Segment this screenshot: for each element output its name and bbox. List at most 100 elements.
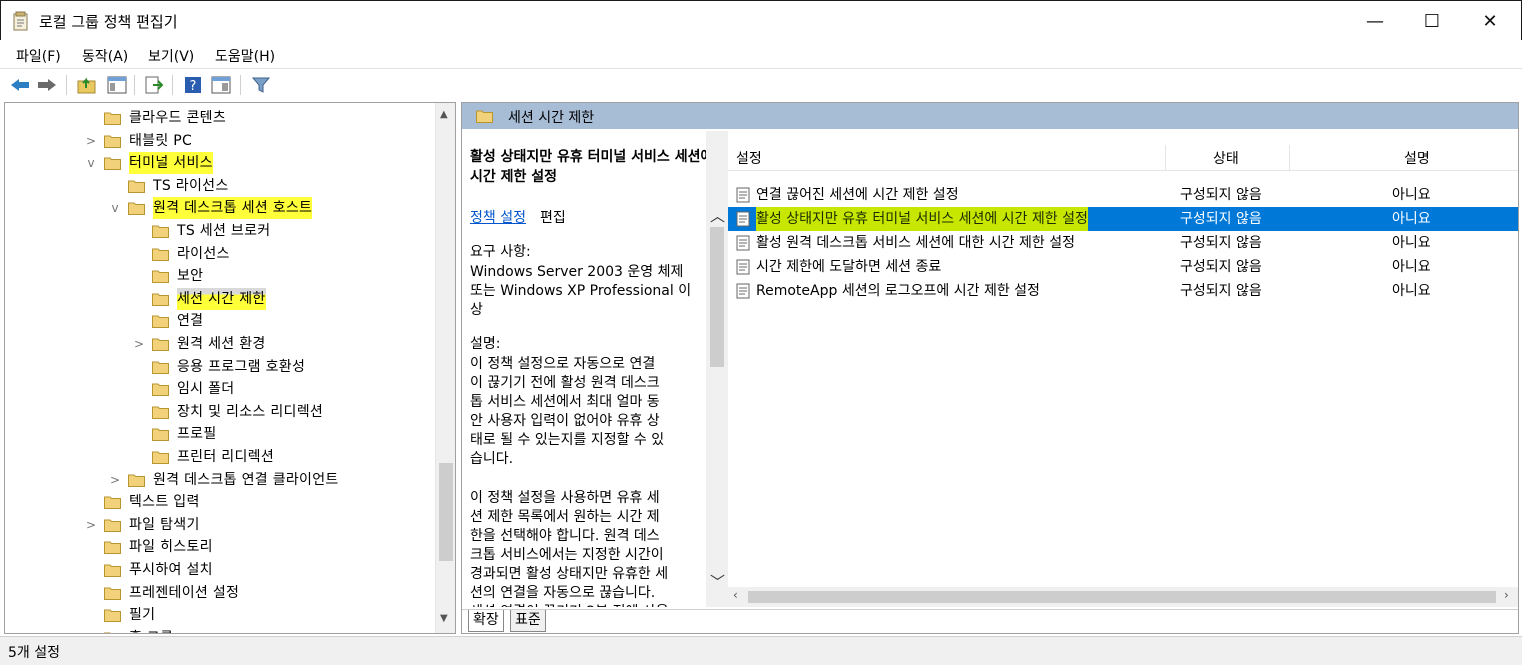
- help-button[interactable]: ?: [182, 74, 204, 96]
- tree-item[interactable]: 프로필: [5, 423, 433, 445]
- requirements-text: Windows Server 2003 운영 체제 또는 Windows XP …: [470, 264, 692, 318]
- tree-item[interactable]: 홈 그룹: [5, 627, 433, 633]
- column-header-comment[interactable]: 설명: [1404, 148, 1430, 168]
- scrollbar-thumb[interactable]: [748, 591, 1496, 603]
- menu-action[interactable]: 동작(A): [82, 46, 128, 66]
- up-folder-icon: [77, 77, 96, 94]
- setting-comment: 아니요: [1392, 235, 1431, 251]
- chevron-right-icon[interactable]: >: [109, 469, 121, 491]
- folder-icon: [104, 157, 121, 171]
- tree-item[interactable]: TS 세션 브로커: [5, 220, 433, 242]
- tree-item[interactable]: 필기: [5, 604, 433, 626]
- folder-icon: [152, 406, 169, 419]
- menu-file[interactable]: 파일(F): [16, 46, 61, 66]
- menu-help[interactable]: 도움말(H): [215, 46, 275, 66]
- scrollbar-thumb[interactable]: [710, 227, 724, 367]
- tree-item[interactable]: v 원격 데스크톱 세션 호스트: [5, 197, 433, 220]
- column-separator[interactable]: [1289, 145, 1290, 171]
- forward-icon: [38, 79, 56, 91]
- properties-button[interactable]: [210, 74, 232, 96]
- tab-standard[interactable]: 표준: [510, 610, 546, 632]
- policy-setting-icon: [736, 259, 750, 275]
- scroll-right-icon[interactable]: ›: [1504, 588, 1509, 602]
- policy-setting-link[interactable]: 정책 설정: [470, 207, 526, 227]
- description-paragraph-1: 이 정책 설정으로 자동으로 연결 이 끊기기 전에 활성 원격 데스크 톱 서…: [470, 356, 665, 467]
- tree-item-label: 푸시하여 설치: [129, 562, 213, 578]
- folder-icon: [104, 112, 121, 125]
- tree-item[interactable]: 장치 및 리소스 리디렉션: [5, 401, 433, 423]
- policy-setting-icon: [736, 235, 750, 251]
- list-row[interactable]: 활성 상태지만 유휴 터미널 서비스 세션에 시간 제한 설정 구성되지 않음 아니…: [728, 207, 1518, 231]
- tree-scrollbar[interactable]: ▲ ▼: [435, 103, 455, 633]
- svg-text:?: ?: [190, 79, 197, 94]
- column-separator[interactable]: [1165, 145, 1166, 171]
- tree-item[interactable]: 임시 폴더: [5, 378, 433, 400]
- settings-list: 설정 상태 설명 연결 끊어진 세션에 시간 제한 설정 구성되지 않음 아니요 활성…: [728, 131, 1518, 607]
- tree-item-label: 세션 시간 제한: [177, 287, 266, 310]
- scroll-up-icon[interactable]: ▲: [440, 109, 448, 120]
- tree-item[interactable]: > 원격 세션 환경: [5, 333, 433, 355]
- column-header-state[interactable]: 상태: [1213, 148, 1239, 168]
- scroll-down-icon[interactable]: ▼: [440, 613, 448, 624]
- tree-item[interactable]: v 터미널 서비스: [5, 152, 433, 175]
- menu-view[interactable]: 보기(V): [148, 46, 194, 66]
- menu-bar: 파일(F) 동작(A) 보기(V) 도움말(H): [0, 40, 1522, 68]
- properties-icon: [211, 76, 231, 94]
- up-one-level-button[interactable]: [76, 74, 98, 96]
- tree-item-label: 원격 데스크톱 연결 클라이언트: [153, 471, 339, 488]
- tree-item[interactable]: 응용 프로그램 호환성: [5, 356, 433, 378]
- tree-item[interactable]: 파일 히스토리: [5, 536, 433, 558]
- tree-item[interactable]: 세션 시간 제한: [5, 287, 433, 310]
- list-row[interactable]: RemoteApp 세션의 로그오프에 시간 제한 설정 구성되지 않음 아니요: [728, 279, 1518, 303]
- tree-item[interactable]: TS 라이선스: [5, 175, 433, 197]
- scrollbar-thumb[interactable]: [439, 463, 453, 561]
- filter-icon: [252, 77, 270, 93]
- list-row[interactable]: 시간 제한에 도달하면 세션 종료 구성되지 않음 아니요: [728, 255, 1518, 279]
- list-horizontal-scrollbar[interactable]: ‹ ›: [728, 587, 1518, 607]
- back-button[interactable]: [9, 74, 31, 96]
- tab-extended[interactable]: 확장: [468, 610, 504, 632]
- tree-item-label: 연결: [177, 313, 204, 330]
- maximize-icon: ☐: [1423, 10, 1441, 32]
- chevron-right-icon[interactable]: >: [133, 333, 145, 355]
- tree-item[interactable]: 텍스트 입력: [5, 491, 433, 513]
- folder-icon: [128, 180, 145, 193]
- filter-button[interactable]: [250, 74, 272, 96]
- edit-label: 편집: [540, 210, 566, 226]
- list-row[interactable]: 활성 원격 데스크톱 서비스 세션에 대한 시간 제한 설정 구성되지 않음 아니요: [728, 231, 1518, 255]
- tree-item[interactable]: 프린터 리디렉션: [5, 446, 433, 468]
- tree-item[interactable]: 푸시하여 설치: [5, 559, 433, 581]
- tree-item[interactable]: 보안: [5, 265, 433, 287]
- show-hide-tree-button[interactable]: [106, 74, 128, 96]
- tree-item-label: 파일 히스토리: [129, 539, 213, 556]
- description-scrollbar[interactable]: ︿ ﹀: [706, 131, 728, 607]
- scroll-left-icon[interactable]: ‹: [733, 588, 738, 602]
- details-header-title: 세션 시간 제한: [508, 110, 595, 126]
- close-button[interactable]: ✕: [1456, 1, 1522, 41]
- tree-item-label: 라이선스: [177, 245, 230, 262]
- list-row[interactable]: 연결 끊어진 세션에 시간 제한 설정 구성되지 않음 아니요: [728, 183, 1518, 207]
- chevron-right-icon[interactable]: >: [85, 130, 97, 152]
- tree-item[interactable]: 연결: [5, 310, 433, 332]
- chevron-down-icon[interactable]: v: [109, 197, 121, 219]
- setting-comment: 아니요: [1392, 211, 1431, 227]
- tree-item[interactable]: > 태블릿 PC: [5, 130, 433, 152]
- folder-icon: [152, 451, 169, 464]
- setting-state: 구성되지 않음: [1180, 283, 1262, 299]
- tree-item[interactable]: > 파일 탐색기: [5, 514, 433, 536]
- column-header-setting[interactable]: 설정: [736, 148, 762, 168]
- export-list-button[interactable]: [143, 74, 165, 96]
- tree-item[interactable]: 라이선스: [5, 243, 433, 265]
- tree-pane: 클라우드 콘텐츠 > 태블릿 PC v 터미널 서비스 TS 라이선스 v 원격 데스크톱 세…: [4, 102, 456, 634]
- tree-item-label: 프로필: [177, 426, 217, 443]
- toolbar-separator: [240, 75, 241, 95]
- tree-item[interactable]: 클라우드 콘텐츠: [5, 107, 433, 129]
- tree-item[interactable]: 프레젠테이션 설정: [5, 582, 433, 604]
- chevron-right-icon[interactable]: >: [85, 514, 97, 536]
- back-icon: [11, 79, 29, 91]
- scroll-up-icon[interactable]: ︿: [710, 205, 725, 226]
- forward-button[interactable]: [36, 74, 58, 96]
- chevron-down-icon[interactable]: v: [85, 152, 97, 174]
- scroll-down-icon[interactable]: ﹀: [710, 571, 725, 592]
- tree-item[interactable]: > 원격 데스크톱 연결 클라이언트: [5, 469, 433, 491]
